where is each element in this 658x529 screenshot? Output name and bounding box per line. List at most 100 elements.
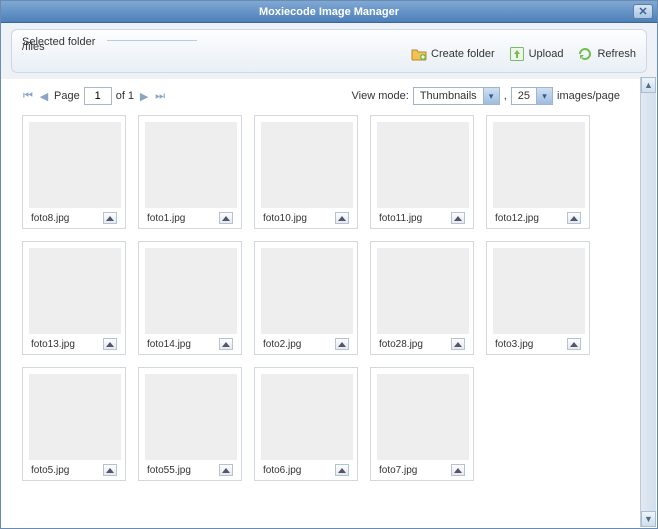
upload-label: Upload — [529, 48, 564, 60]
toolbar-wrap: Selected folder /files Create folder Upl… — [1, 23, 657, 79]
thumbnail[interactable]: foto6.jpg — [254, 367, 358, 481]
viewmode-select[interactable]: Thumbnails ▾ — [413, 87, 500, 105]
thumbnail-filename: foto12.jpg — [495, 213, 539, 224]
page-prev-button[interactable]: ◀ — [38, 90, 50, 102]
perpage-value: 25 — [512, 90, 536, 102]
chevron-down-icon: ▾ — [536, 88, 552, 104]
thumbnail-caption: foto8.jpg — [29, 208, 119, 228]
thumbnail-caption: foto55.jpg — [145, 460, 235, 480]
thumbnail-filename: foto14.jpg — [147, 339, 191, 350]
thumbnail[interactable]: foto12.jpg — [486, 115, 590, 229]
thumbnail[interactable]: foto28.jpg — [370, 241, 474, 355]
thumbnail-filename: foto8.jpg — [31, 213, 69, 224]
folder-add-icon — [411, 46, 427, 62]
thumbnail-caption: foto1.jpg — [145, 208, 235, 228]
thumbnail-image — [29, 122, 121, 208]
thumbnail-image — [261, 122, 353, 208]
close-button[interactable]: ✕ — [633, 4, 653, 19]
thumbnail-caption: foto3.jpg — [493, 334, 583, 354]
thumbnail-caption: foto2.jpg — [261, 334, 351, 354]
thumbnail-image — [145, 374, 237, 460]
thumbnail-menu-button[interactable] — [567, 338, 581, 350]
thumbnail-image — [377, 122, 469, 208]
close-icon: ✕ — [638, 5, 647, 18]
refresh-label: Refresh — [597, 48, 636, 60]
thumbnail[interactable]: foto55.jpg — [138, 367, 242, 481]
scroll-up-button[interactable]: ▲ — [641, 77, 656, 93]
scroll-down-button[interactable]: ▼ — [641, 511, 656, 527]
thumbnail[interactable]: foto3.jpg — [486, 241, 590, 355]
thumbnail-filename: foto11.jpg — [379, 213, 422, 224]
vertical-scrollbar[interactable]: ▲ ▼ — [640, 77, 656, 527]
viewmode-label: View mode: — [352, 90, 409, 102]
thumbnail-menu-button[interactable] — [335, 464, 349, 476]
thumbnail[interactable]: foto5.jpg — [22, 367, 126, 481]
thumbnail-image — [145, 248, 237, 334]
thumbnail-menu-button[interactable] — [219, 464, 233, 476]
thumbnail-menu-button[interactable] — [451, 338, 465, 350]
refresh-icon — [577, 46, 593, 62]
window-title: Moxiecode Image Manager — [1, 6, 657, 18]
thumbnail-filename: foto10.jpg — [263, 213, 307, 224]
thumbnail[interactable]: foto7.jpg — [370, 367, 474, 481]
viewmode-value: Thumbnails — [414, 90, 483, 102]
thumbnail-grid: foto8.jpg foto1.jpg foto10.jpg foto11.jpg fo… — [22, 115, 620, 481]
page-input[interactable] — [84, 87, 112, 105]
upload-button[interactable]: Upload — [509, 46, 564, 62]
thumbnail-menu-button[interactable] — [103, 338, 117, 350]
thumbnail-caption: foto12.jpg — [493, 208, 583, 228]
thumbnail[interactable]: foto1.jpg — [138, 115, 242, 229]
thumbnail-caption: foto10.jpg — [261, 208, 351, 228]
thumbnail-image — [493, 248, 585, 334]
thumbnail-image — [493, 122, 585, 208]
thumbnail-image — [145, 122, 237, 208]
thumbnail-filename: foto1.jpg — [147, 213, 185, 224]
thumbnail[interactable]: foto10.jpg — [254, 115, 358, 229]
thumbnail[interactable]: foto8.jpg — [22, 115, 126, 229]
thumbnail-menu-button[interactable] — [567, 212, 581, 224]
page-label: Page — [54, 90, 80, 102]
thumbnail-image — [29, 374, 121, 460]
thumbnail-filename: foto28.jpg — [379, 339, 423, 350]
thumbnail-caption: foto5.jpg — [29, 460, 119, 480]
page-next-button[interactable]: ▶ — [138, 90, 150, 102]
thumbnail-menu-button[interactable] — [103, 212, 117, 224]
viewmode-suffix: images/page — [557, 90, 620, 102]
refresh-button[interactable]: Refresh — [577, 46, 636, 62]
thumbnail[interactable]: foto2.jpg — [254, 241, 358, 355]
page-last-button[interactable]: ⏭ — [154, 90, 166, 102]
thumbnail-image — [377, 374, 469, 460]
thumbnail[interactable]: foto11.jpg — [370, 115, 474, 229]
thumbnail-caption: foto28.jpg — [377, 334, 467, 354]
thumbnail[interactable]: foto13.jpg — [22, 241, 126, 355]
thumbnail-menu-button[interactable] — [451, 212, 465, 224]
create-folder-button[interactable]: Create folder — [411, 46, 495, 62]
thumbnail-image — [377, 248, 469, 334]
perpage-select[interactable]: 25 ▾ — [511, 87, 553, 105]
thumbnail-caption: foto7.jpg — [377, 460, 467, 480]
thumbnail-menu-button[interactable] — [451, 464, 465, 476]
pager: ⏮ ◀ Page of 1 ▶ ⏭ — [22, 87, 166, 105]
content: ⏮ ◀ Page of 1 ▶ ⏭ View mode: Thumbnails … — [2, 77, 656, 527]
thumbnail-menu-button[interactable] — [219, 212, 233, 224]
thumbnail-menu-button[interactable] — [335, 212, 349, 224]
page-first-button[interactable]: ⏮ — [22, 90, 34, 102]
window: Moxiecode Image Manager ✕ Selected folde… — [0, 0, 658, 529]
thumbnail-menu-button[interactable] — [103, 464, 117, 476]
thumbnail-filename: foto3.jpg — [495, 339, 533, 350]
thumbnail-image — [261, 248, 353, 334]
upload-icon — [509, 46, 525, 62]
thumbnail-menu-button[interactable] — [335, 338, 349, 350]
main: ⏮ ◀ Page of 1 ▶ ⏭ View mode: Thumbnails … — [2, 77, 640, 527]
thumbnail-image — [29, 248, 121, 334]
pager-row: ⏮ ◀ Page of 1 ▶ ⏭ View mode: Thumbnails … — [22, 87, 620, 105]
create-folder-label: Create folder — [431, 48, 495, 60]
thumbnail-menu-button[interactable] — [219, 338, 233, 350]
toolbar: Selected folder /files Create folder Upl… — [11, 29, 647, 73]
thumbnail-filename: foto2.jpg — [263, 339, 301, 350]
scroll-track[interactable] — [641, 93, 656, 511]
thumbnail-image — [261, 374, 353, 460]
thumbnail[interactable]: foto14.jpg — [138, 241, 242, 355]
page-of-label: of 1 — [116, 90, 134, 102]
thumbnail-caption: foto6.jpg — [261, 460, 351, 480]
